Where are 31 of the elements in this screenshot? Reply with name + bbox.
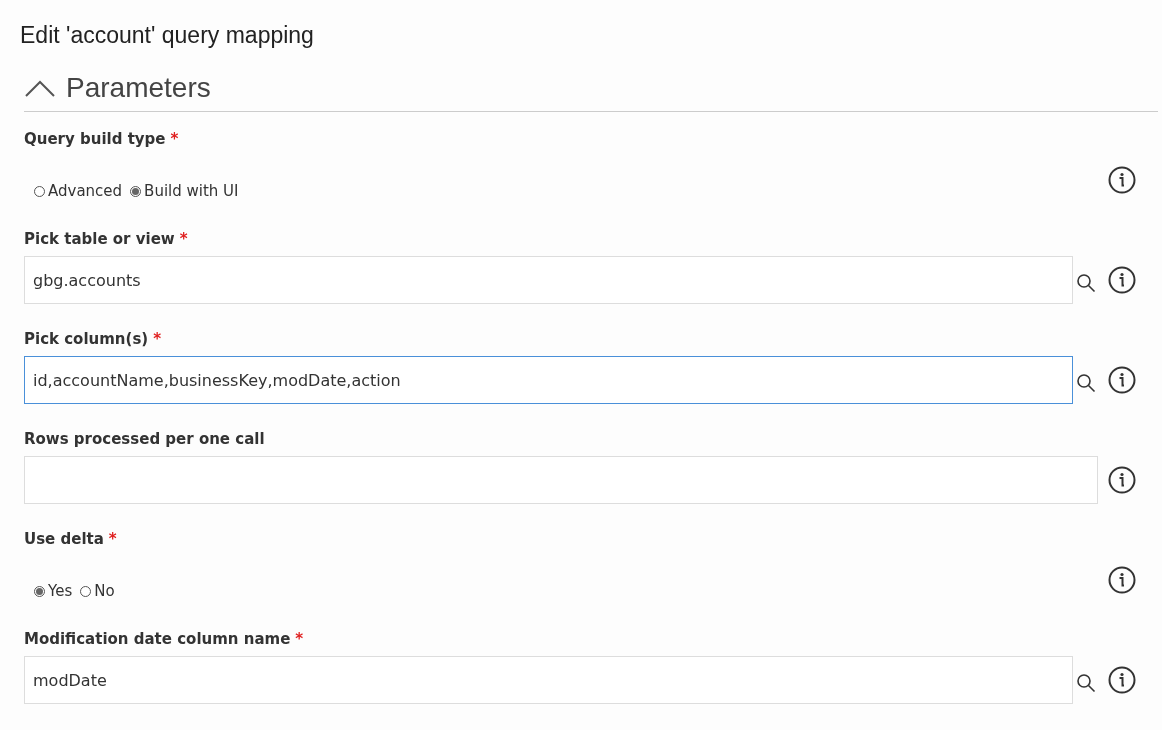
info-icon[interactable] [1108,266,1136,294]
field-label: Rows processed per one call [24,430,265,448]
input-field[interactable] [24,456,1098,504]
info-icon[interactable] [1108,366,1136,394]
info-icon[interactable] [1108,466,1136,494]
field-label: Modification date column name [24,630,291,648]
radio-option[interactable]: Advanced [34,182,123,200]
section-header[interactable]: Parameters [24,72,211,104]
radio-option[interactable]: No [80,582,115,600]
radio-option[interactable]: Yes [34,582,73,600]
info-icon[interactable] [1108,166,1136,194]
dialog-title: Edit 'account' query mapping [20,21,315,50]
search-icon[interactable] [1076,273,1098,295]
field-label: Pick table or view [24,230,175,248]
field-label: Query build type [24,130,166,148]
required-mark: * [295,630,304,648]
required-mark: * [153,330,162,348]
chevron-up-icon [24,79,56,97]
search-icon[interactable] [1076,673,1098,695]
input-field[interactable]: gbg.accounts [24,256,1073,304]
search-icon[interactable] [1076,373,1098,395]
input-field[interactable]: id,accountName,businessKey,modDate,action [24,356,1073,404]
required-mark: * [170,130,179,148]
field-label: Pick column(s) [24,330,149,348]
info-icon[interactable] [1108,666,1136,694]
input-field[interactable]: modDate [24,656,1073,704]
field-label: Use delta [24,530,104,548]
radio-option[interactable]: Build with UI [130,182,239,200]
required-mark: * [179,230,188,248]
required-mark: * [108,530,117,548]
info-icon[interactable] [1108,566,1136,594]
